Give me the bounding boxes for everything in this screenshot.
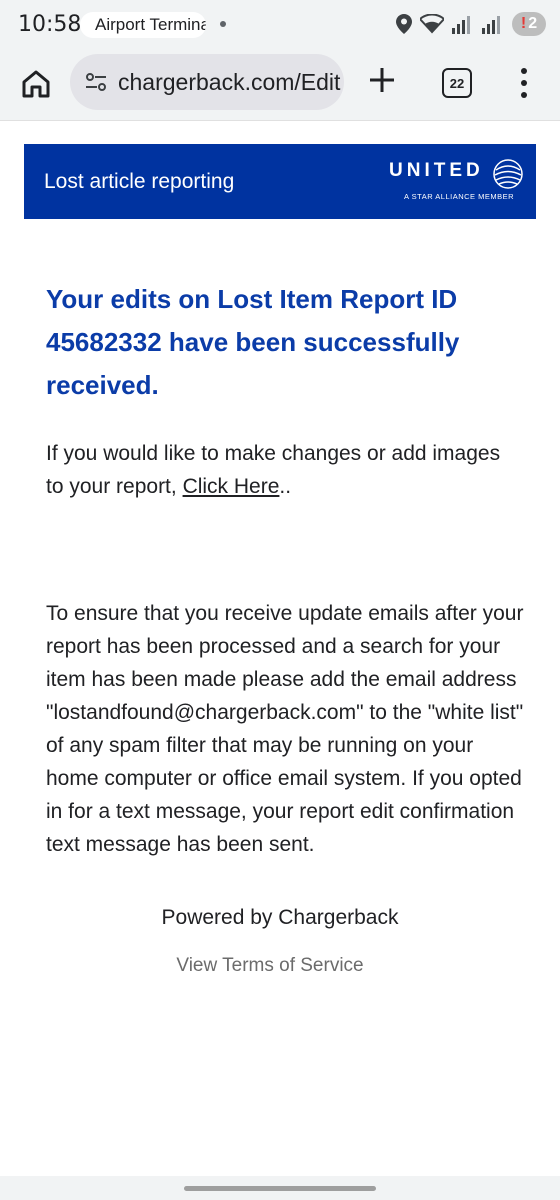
battery-alert: ! <box>520 15 527 32</box>
tab-switcher-button[interactable]: 22 <box>442 68 472 98</box>
status-icons: ! 2 <box>396 12 546 36</box>
email-whitelist-notice: To ensure that you receive update emails… <box>46 602 524 856</box>
globe-icon <box>493 159 523 189</box>
site-settings-icon[interactable] <box>84 70 108 94</box>
notification-text: Airport Terminal <box>95 15 206 34</box>
status-time: 10:58 <box>18 12 82 37</box>
terms-of-service-link[interactable]: View Terms of Service <box>0 955 540 977</box>
battery-level: 2 <box>528 15 538 32</box>
united-logo: UNITED A STAR ALLIANCE MEMBER <box>364 156 524 210</box>
edit-instructions: If you would like to make changes or add… <box>46 437 516 503</box>
edit-instructions-suffix: .. <box>279 475 292 498</box>
click-here-link[interactable]: Click Here <box>183 475 280 498</box>
browser-toolbar: chargerback.com/Edit 22 <box>0 48 560 121</box>
url-text: chargerback.com/Edit <box>118 68 341 95</box>
notification-chip[interactable]: Airport Terminal <box>80 12 206 38</box>
powered-by-text: Powered by Chargerback <box>161 906 399 929</box>
confirmation-headline: Your edits on Lost Item Report ID 456823… <box>46 284 460 400</box>
page: 10:58 Airport Terminal ! 2 chargerback.c… <box>0 0 560 1200</box>
overflow-menu-icon[interactable] <box>514 66 534 100</box>
logo-tagline: A STAR ALLIANCE MEMBER <box>404 192 515 201</box>
location-icon <box>396 14 412 34</box>
new-tab-icon[interactable] <box>366 64 398 96</box>
notification-dot <box>220 21 226 27</box>
banner-title: Lost article reporting <box>44 170 235 193</box>
home-icon[interactable] <box>18 66 54 102</box>
logo-word: UNITED <box>389 160 484 181</box>
header-banner: Lost article reporting UNITED A STAR ALL… <box>24 144 536 219</box>
signal-icon <box>452 16 470 34</box>
battery-icon: ! 2 <box>512 12 546 36</box>
wifi-icon <box>420 14 444 34</box>
status-bar: 10:58 Airport Terminal ! 2 <box>0 0 560 48</box>
address-bar[interactable]: chargerback.com/Edit <box>70 54 344 110</box>
signal-icon-2 <box>482 16 500 34</box>
gesture-handle[interactable] <box>184 1186 376 1191</box>
